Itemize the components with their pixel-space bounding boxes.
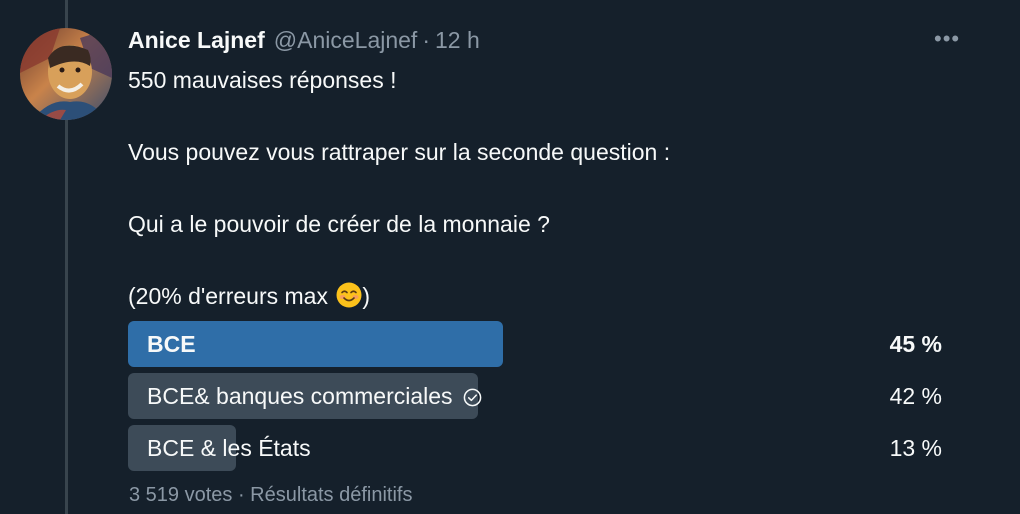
tweet-text: 550 mauvaises réponses ! Vous pouvez vou…: [128, 62, 948, 314]
poll-option-2-percent: 42 %: [889, 383, 942, 409]
smiling-face-emoji-icon: [336, 282, 362, 308]
author-name[interactable]: Anice Lajnef: [128, 22, 265, 58]
avatar[interactable]: [20, 28, 112, 120]
tweet-line-4-end: ): [362, 283, 371, 309]
poll-option-2-label: BCE& banques commerciales: [147, 383, 453, 409]
tweet-line-1: 550 mauvaises réponses !: [128, 67, 397, 93]
poll-option-1-percent: 45 %: [889, 331, 942, 357]
tweet-line-4-text: (20% d'erreurs max: [128, 283, 335, 309]
tweet-line-4: (20% d'erreurs max ): [128, 278, 948, 314]
poll: BCE 45 % BCE& banques commerciales 42 % …: [128, 321, 944, 477]
tweet-line-3: Qui a le pouvoir de créer de la monnaie …: [128, 211, 550, 237]
avatar-image: [20, 28, 112, 120]
poll-option-2-label-wrap: BCE& banques commerciales: [147, 373, 482, 419]
poll-option-3-percent: 13 %: [889, 435, 942, 461]
poll-option-1-label: BCE: [147, 331, 196, 357]
tweet-header: Anice Lajnef @AniceLajnef · 12 h: [128, 22, 948, 58]
more-options-icon[interactable]: •••: [934, 28, 960, 50]
tweet-content: Anice Lajnef @AniceLajnef · 12 h ••• 550…: [128, 22, 959, 314]
tweet-line-2: Vous pouvez vous rattraper sur la second…: [128, 139, 671, 165]
header-separator: ·: [422, 27, 430, 53]
author-handle[interactable]: @AniceLajnef: [274, 22, 418, 58]
poll-footer: 3 519 votes · Résultats définitifs: [129, 484, 413, 506]
check-circle-icon: [463, 388, 481, 407]
tweet[interactable]: Anice Lajnef @AniceLajnef · 12 h ••• 550…: [0, 0, 1020, 514]
poll-option-3-label: BCE & les États: [147, 435, 311, 461]
tweet-time[interactable]: 12 h: [435, 22, 480, 58]
poll-option-3[interactable]: BCE & les États 13 %: [128, 425, 944, 471]
poll-option-2[interactable]: BCE& banques commerciales 42 %: [128, 373, 944, 419]
poll-option-1[interactable]: BCE 45 %: [128, 321, 944, 367]
